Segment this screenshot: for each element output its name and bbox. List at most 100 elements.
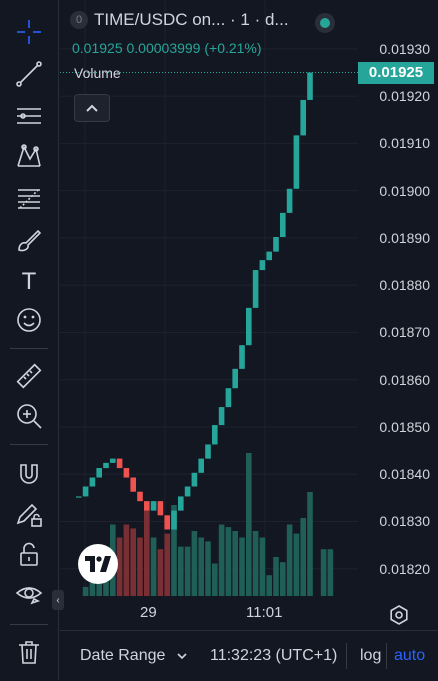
volume-bar-1 — [82, 586, 89, 596]
lock-tool[interactable] — [8, 536, 50, 572]
candle-31 — [286, 188, 293, 213]
candle-33 — [300, 99, 306, 136]
volume-bar-31 — [286, 524, 293, 596]
price-label-3: 0.01900 — [379, 182, 430, 199]
date-range-label: Date Range — [80, 647, 166, 664]
volume-bar-10 — [144, 505, 150, 596]
price-label-4: 0.01890 — [379, 229, 430, 246]
price-label-8: 0.01850 — [379, 418, 430, 435]
volume-bar-32 — [293, 533, 300, 596]
candle-0 — [76, 496, 82, 498]
candle-2 — [89, 477, 96, 487]
candle-8 — [130, 477, 136, 492]
horizontal-lines-tool[interactable] — [8, 98, 50, 134]
auto-scale-toggle[interactable]: auto — [394, 647, 425, 665]
emoji-tool[interactable] — [8, 302, 50, 338]
symbol-title[interactable]: TIME/USDC on... · 1 · d... — [94, 10, 289, 30]
emoji-icon — [17, 308, 41, 332]
candle-9 — [137, 491, 143, 502]
log-scale-toggle[interactable]: log — [360, 647, 381, 665]
tradingview-logo[interactable] — [78, 544, 118, 584]
volume-bar-13 — [164, 533, 170, 596]
candle-27 — [259, 260, 266, 271]
ruler-tool[interactable] — [8, 358, 50, 394]
candle-12 — [157, 501, 164, 516]
volume-bar-15 — [178, 546, 184, 596]
candle-7 — [123, 468, 130, 478]
candle-19 — [205, 444, 211, 459]
settings-gear-icon[interactable] — [388, 604, 410, 626]
volume-bar-18 — [198, 537, 204, 596]
candle-17 — [191, 472, 198, 487]
brush-tool[interactable] — [8, 222, 50, 258]
collapse-legend-button[interactable] — [74, 94, 110, 122]
candle-4 — [103, 462, 109, 469]
candle-20 — [212, 425, 218, 445]
volume-bar-8 — [130, 528, 136, 596]
pattern-tool[interactable] — [8, 138, 50, 174]
drawing-toolbar: T — [0, 0, 59, 680]
candle-26 — [252, 270, 259, 308]
candle-10 — [144, 501, 150, 511]
candle-34 — [307, 72, 313, 100]
magnet-icon — [20, 464, 38, 484]
candle-6 — [116, 458, 123, 469]
price-label-0: 0.01930 — [379, 40, 430, 57]
text-tool[interactable]: T — [8, 262, 50, 298]
candle-29 — [273, 236, 279, 252]
legend-badge: 0 — [70, 11, 88, 29]
zoom-in-tool[interactable] — [8, 398, 50, 434]
volume-bar-12 — [157, 549, 164, 596]
fib-retracement-icon — [18, 189, 40, 209]
trash-tool[interactable] — [8, 634, 50, 670]
crosshair-tool[interactable] — [8, 14, 50, 50]
crosshair-icon — [17, 20, 41, 44]
volume-bar-23 — [232, 531, 238, 596]
candle-22 — [225, 388, 232, 408]
candle-3 — [96, 468, 102, 478]
candle-28 — [266, 251, 272, 261]
volume-bar-30 — [280, 562, 286, 596]
bottom-bar: Date Range 11:32:23 (UTC+1) log auto — [60, 630, 438, 681]
market-status-icon[interactable] — [315, 13, 335, 33]
candle-5 — [110, 458, 116, 463]
candle-21 — [218, 407, 225, 426]
chevron-down-icon — [177, 653, 187, 660]
fib-retracement-tool[interactable] — [8, 180, 50, 216]
time-label-29: 29 — [140, 604, 157, 621]
eye-tool[interactable] — [8, 576, 50, 612]
lock-drawing-icon — [16, 503, 42, 527]
volume-bar-33 — [300, 518, 306, 596]
chart-area[interactable]: 0 TIME/USDC on... · 1 · d... 0.01925 0.0… — [60, 0, 438, 680]
trend-line-tool[interactable] — [8, 56, 50, 92]
tradingview-logo-icon — [85, 556, 111, 572]
candle-15 — [178, 496, 184, 511]
volume-bar-25 — [246, 453, 252, 596]
text-icon: T — [22, 268, 37, 295]
ruler-icon — [16, 363, 42, 389]
price-label-2: 0.01910 — [379, 135, 430, 152]
lock-drawing-tool[interactable] — [8, 496, 50, 532]
candle-14 — [171, 510, 177, 530]
clock-time[interactable]: 11:32:23 (UTC+1) — [210, 647, 337, 665]
volume-bar-7 — [123, 524, 130, 596]
trash-icon — [19, 641, 39, 664]
candle-18 — [198, 458, 204, 473]
time-label-1101: 11:01 — [246, 604, 283, 621]
volume-bar-29 — [273, 557, 279, 596]
magnet-tool[interactable] — [8, 456, 50, 492]
volume-bar-24 — [239, 537, 245, 596]
lock-icon — [20, 542, 38, 566]
volume-bar-20 — [212, 563, 218, 596]
candle-16 — [184, 486, 191, 497]
volume-bar-16 — [184, 546, 191, 596]
svg-text:T: T — [22, 268, 37, 295]
volume-bar-21 — [218, 524, 225, 596]
volume-bar-9 — [137, 537, 143, 596]
price-label-5: 0.01880 — [379, 277, 430, 294]
eye-icon — [15, 587, 43, 605]
candle-25 — [246, 307, 252, 346]
volume-bar-27 — [259, 537, 266, 596]
volume-bar-37 — [327, 549, 334, 596]
date-range-button[interactable]: Date Range — [80, 647, 188, 665]
